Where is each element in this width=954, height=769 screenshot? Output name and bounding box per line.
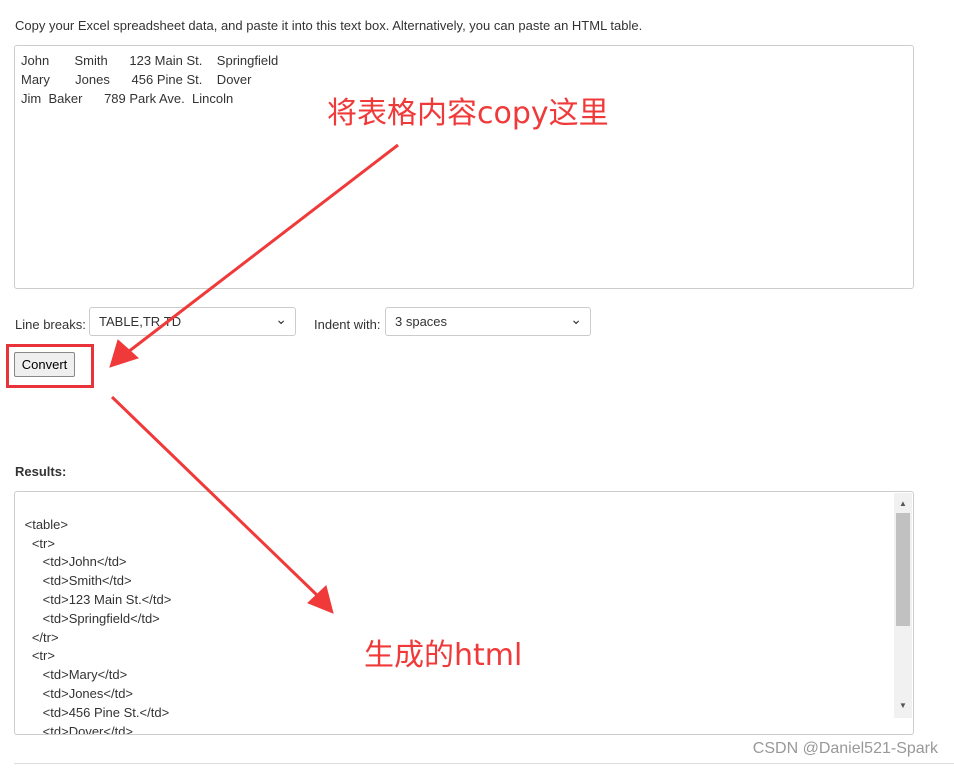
watermark: CSDN @Daniel521-Spark bbox=[752, 740, 938, 757]
divider bbox=[14, 763, 954, 764]
annotation-arrows bbox=[109, 143, 399, 614]
arrow-to-results bbox=[110, 395, 334, 614]
arrow-to-convert bbox=[109, 143, 399, 368]
